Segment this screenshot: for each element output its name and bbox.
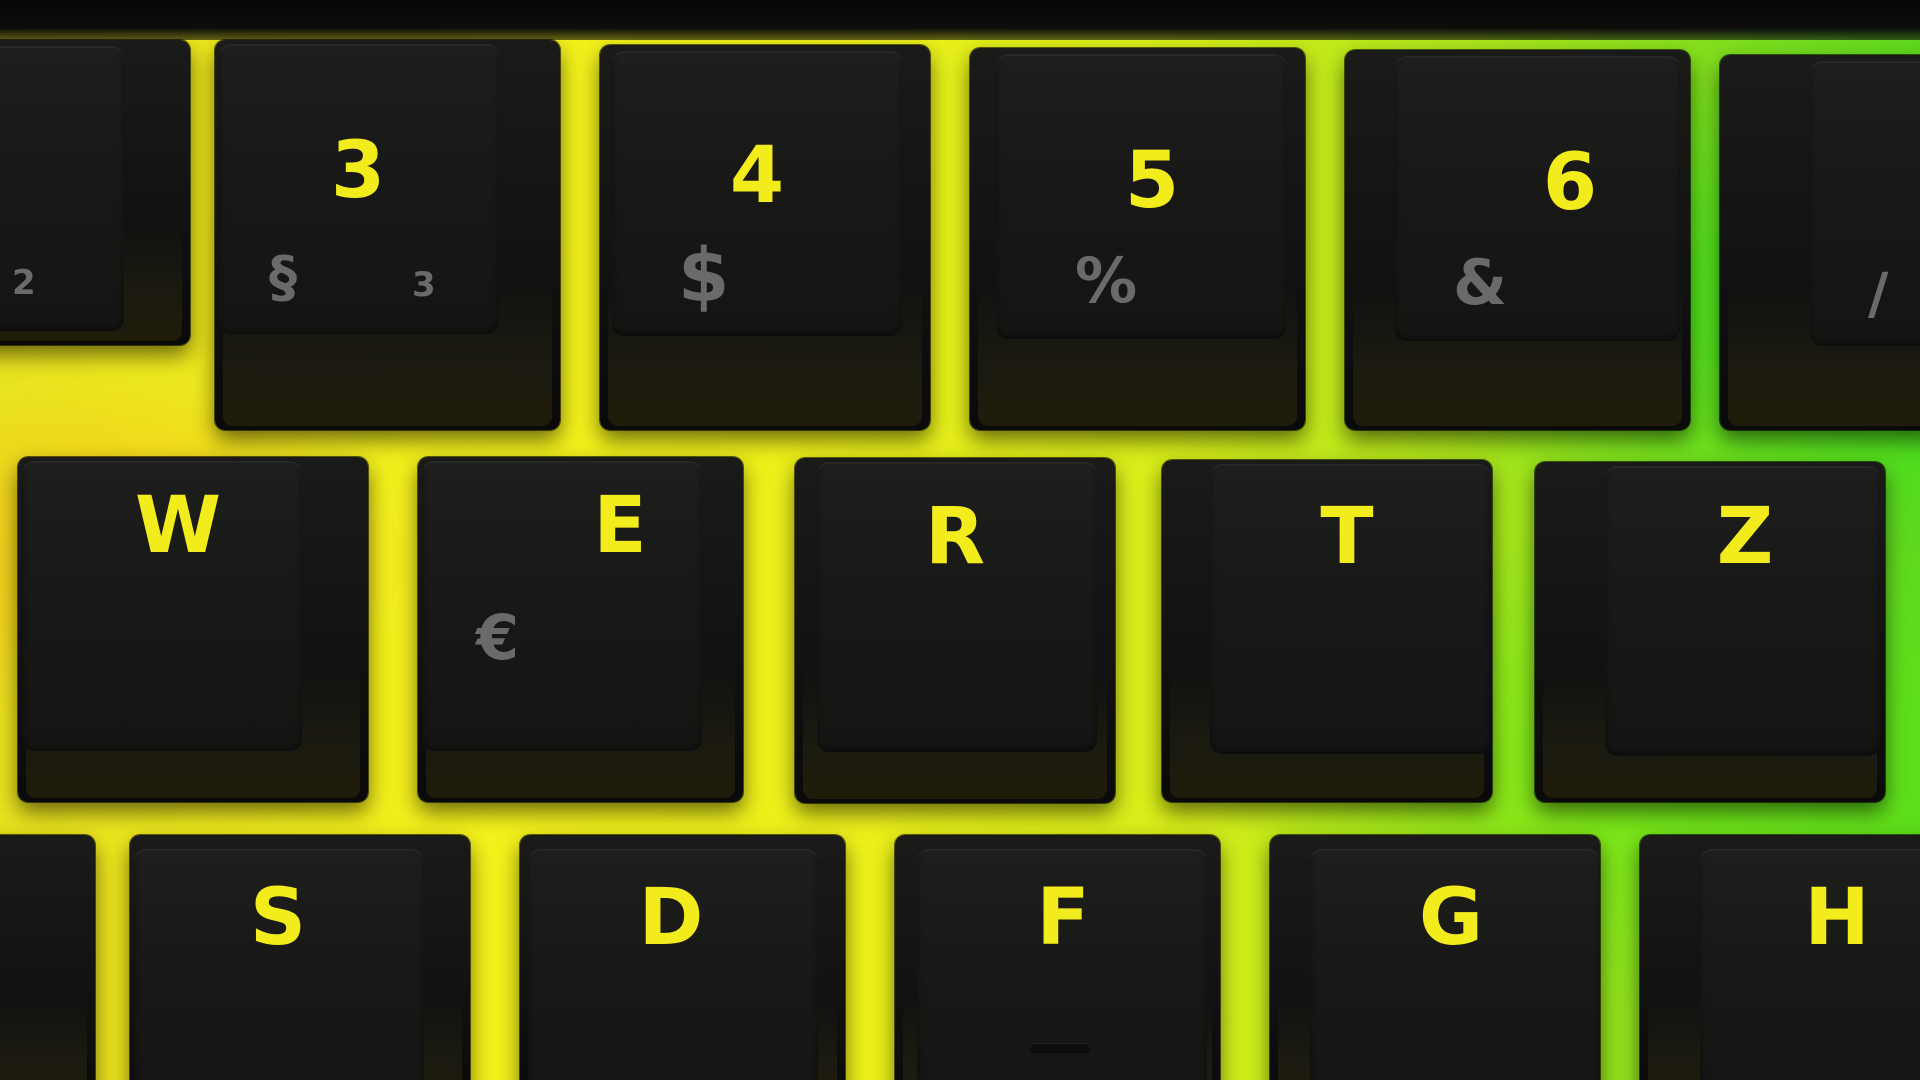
key-t-main-legend: T [1320,492,1374,582]
keyboard-top-bezel [0,0,1920,40]
key-6-main-legend: 6 [1542,138,1598,228]
key-r-main-legend: R [924,492,986,582]
key-z[interactable]: Z [1535,462,1885,802]
key-3-main-legend: 3 [330,126,386,216]
key-d[interactable]: D [520,835,845,1080]
key-s[interactable]: S [130,835,470,1080]
key-4[interactable]: 4 $ [600,45,930,430]
keyboard-scene: 2 3 § 3 4 $ 5 % 6 & / W E € R T Z S D F … [0,0,1920,1080]
key-7-sub-legend: / [1868,262,1889,327]
key-2-sub-legend: 2 [12,263,36,303]
key-f-main-legend: F [1036,873,1090,963]
key-5-main-legend: 5 [1124,136,1180,226]
key-t[interactable]: T [1162,460,1492,802]
key-4-main-legend: 4 [729,131,785,221]
key-3-sub-legend-right: 3 [412,265,436,305]
key-e-sub-legend: € [476,601,520,674]
key-d-main-legend: D [638,873,704,963]
key-w-main-legend: W [134,481,222,571]
key-r[interactable]: R [795,458,1115,803]
key-z-main-legend: Z [1716,492,1774,582]
key-7-partial[interactable]: / [1720,55,1920,430]
key-f-home-bump [1030,1043,1090,1052]
key-5[interactable]: 5 % [970,48,1305,430]
key-g-main-legend: G [1418,873,1484,963]
key-f[interactable]: F [895,835,1220,1080]
key-6-sub-legend: & [1453,246,1508,319]
key-e[interactable]: E € [418,457,743,802]
key-e-main-legend: E [593,481,647,571]
key-4-sub-legend: $ [678,233,730,319]
key-s-main-legend: S [249,873,307,963]
key-3[interactable]: 3 § 3 [215,40,560,430]
key-3-sub-legend-left: § [269,245,297,310]
key-a-partial[interactable] [0,835,95,1080]
key-6[interactable]: 6 & [1345,50,1690,430]
key-w[interactable]: W [18,457,368,802]
key-g[interactable]: G [1270,835,1600,1080]
key-h-main-legend: H [1804,873,1870,963]
key-h[interactable]: H [1640,835,1920,1080]
key-2[interactable]: 2 [0,40,190,345]
key-5-sub-legend: % [1075,244,1138,317]
